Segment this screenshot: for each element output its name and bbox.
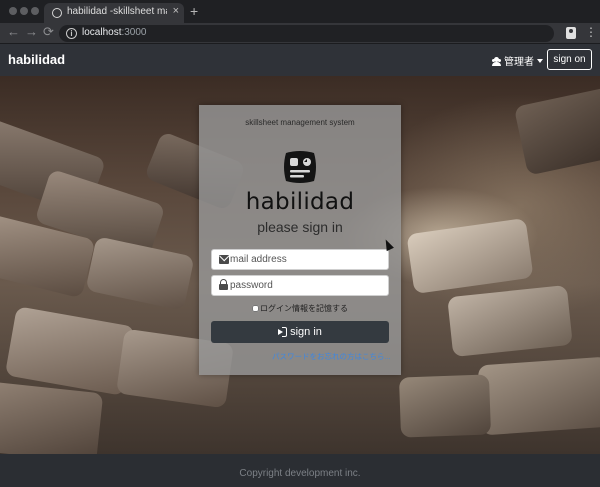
admin-label: 管理者 bbox=[504, 57, 534, 68]
copyright-text: Copyright development inc. bbox=[239, 468, 361, 479]
window-zoom-dot[interactable] bbox=[31, 7, 39, 15]
url-input[interactable]: i localhost:3000 bbox=[59, 25, 554, 42]
caret-down-icon bbox=[537, 59, 543, 63]
info-icon[interactable]: i bbox=[66, 28, 77, 39]
browser-tab-strip: habilidad -skillsheet management × + bbox=[0, 0, 600, 23]
url-port: :3000 bbox=[121, 27, 147, 38]
url-text: localhost:3000 bbox=[82, 27, 147, 38]
back-arrow-icon[interactable]: ← bbox=[7, 24, 20, 39]
address-bar: ← → ⟳ i localhost:3000 ⋮ bbox=[0, 23, 600, 44]
globe-icon bbox=[52, 8, 62, 18]
sign-in-icon bbox=[278, 327, 288, 337]
app-navbar: habilidad 管理者 bbox=[0, 44, 600, 76]
system-subtitle: skillsheet management system bbox=[245, 118, 355, 127]
close-icon[interactable]: × bbox=[173, 5, 179, 17]
password-field[interactable] bbox=[211, 275, 389, 296]
forward-arrow-icon[interactable]: → bbox=[25, 24, 38, 39]
plus-icon[interactable]: + bbox=[190, 3, 198, 19]
admin-dropdown[interactable]: 管理者 bbox=[491, 53, 543, 68]
brand-title[interactable]: habilidad bbox=[8, 52, 65, 67]
logo-text: habilidad bbox=[245, 189, 355, 215]
password-input[interactable] bbox=[230, 276, 385, 295]
lock-icon bbox=[219, 279, 229, 290]
signin-heading: please sign in bbox=[257, 219, 343, 235]
footer: Copyright development inc. bbox=[0, 454, 600, 487]
tab-title: habilidad -skillsheet management bbox=[67, 6, 167, 17]
browser-tab[interactable]: habilidad -skillsheet management × bbox=[44, 3, 184, 23]
remember-label: ログイン情報を記憶する bbox=[260, 304, 348, 313]
sign-on-button[interactable]: sign on bbox=[547, 49, 592, 70]
sign-in-label: sign in bbox=[290, 326, 322, 338]
login-card: skillsheet management system habilidad p… bbox=[199, 105, 401, 375]
remember-me[interactable]: ログイン情報を記憶する bbox=[199, 303, 401, 314]
remember-checkbox[interactable] bbox=[252, 305, 259, 312]
url-host: localhost bbox=[82, 27, 122, 38]
reload-icon[interactable]: ⟳ bbox=[43, 24, 54, 40]
window-close-dot[interactable] bbox=[9, 7, 17, 15]
logo-icon bbox=[284, 151, 316, 183]
email-input[interactable] bbox=[230, 250, 385, 269]
profile-icon[interactable] bbox=[566, 27, 576, 39]
users-icon bbox=[491, 57, 502, 66]
forgot-password-link[interactable]: パスワードをお忘れの方はこちら... bbox=[272, 351, 391, 362]
sign-in-button[interactable]: sign in bbox=[211, 321, 389, 343]
window-minimize-dot[interactable] bbox=[20, 7, 28, 15]
email-field[interactable] bbox=[211, 249, 389, 270]
envelope-icon bbox=[219, 255, 229, 264]
menu-icon[interactable]: ⋮ bbox=[585, 25, 597, 39]
